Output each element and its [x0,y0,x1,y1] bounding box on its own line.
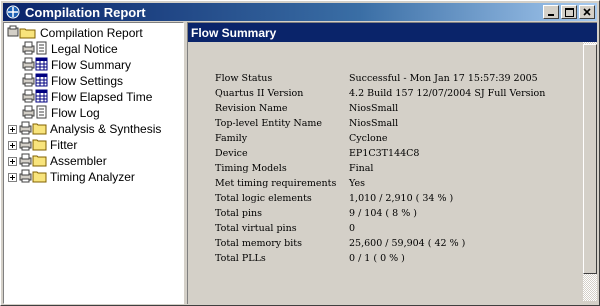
summary-value: 0 / 1 ( 0 % ) [349,253,405,264]
tree-item-flow-settings[interactable]: Flow Settings [22,73,123,89]
quartus-app-icon[interactable] [5,4,21,20]
summary-value: Yes [349,178,365,189]
summary-value: Final [349,163,374,174]
summary-row: Family Cyclone [215,133,585,148]
tree-item-label: Compilation Report [40,26,143,40]
summary-value: 0 [349,223,356,234]
summary-value: Successful - Mon Jan 17 15:57:39 2005 [349,73,538,84]
report-tree[interactable]: Compilation Report Legal Notice Flow Sum… [3,22,184,304]
summary-label: Family [215,133,248,144]
summary-row: Met timing requirements Yes [215,178,585,193]
summary-row: Device EP1C3T144C8 [215,148,585,163]
summary-value: EP1C3T144C8 [349,148,420,159]
tree-item-label: Analysis & Synthesis [50,122,162,136]
summary-table: Flow Status Successful - Mon Jan 17 15:5… [188,42,583,301]
close-icon [583,8,591,16]
summary-label: Top-level Entity Name [215,118,323,129]
tree-item-label: Flow Log [51,106,100,120]
report-folder-icon [7,25,37,42]
tree-item-label: Assembler [50,154,107,168]
printer-table-icon [22,89,48,106]
printer-folder-icon [19,153,47,170]
summary-label: Device [215,148,248,159]
printer-folder-icon [19,121,47,138]
summary-label: Total logic elements [215,193,312,204]
printer-table-icon [22,73,48,90]
summary-value: NiosSmall [349,103,399,114]
minimize-icon [548,14,554,16]
summary-label: Total memory bits [215,238,302,249]
plus-icon [10,126,15,132]
printer-table-icon [22,57,48,74]
summary-value: 1,010 / 2,910 ( 34 % ) [349,193,454,204]
summary-row: Total PLLs 0 / 1 ( 0 % ) [215,253,585,268]
tree-item-fitter[interactable]: Fitter [8,137,77,153]
tree-item-flow-log[interactable]: Flow Log [22,105,100,121]
plus-icon [10,142,15,148]
printer-document-icon [22,105,48,122]
tree-item-label: Flow Settings [51,74,124,88]
content-header: Flow Summary [188,23,597,42]
summary-row: Quartus II Version 4.2 Build 157 12/07/2… [215,88,585,103]
expand-toggle[interactable] [8,172,17,182]
tree-item-flow-elapsed-time[interactable]: Flow Elapsed Time [22,89,152,105]
summary-label: Quartus II Version [215,88,304,99]
summary-row: Revision Name NiosSmall [215,103,585,118]
expand-toggle[interactable] [8,156,17,166]
summary-row: Total memory bits 25,600 / 59,904 ( 42 %… [215,238,585,253]
vertical-scrollbar[interactable] [583,42,597,301]
summary-row: Timing Models Final [215,163,585,178]
tree-item-label: Fitter [50,138,78,152]
maximize-button[interactable] [561,5,577,19]
summary-row: Total logic elements 1,010 / 2,910 ( 34 … [215,193,585,208]
flow-summary-pane: Flow Summary Flow Status Successful - Mo… [187,22,597,304]
summary-row: Total virtual pins 0 [215,223,585,238]
tree-item-label: Timing Analyzer [50,170,135,184]
summary-label: Met timing requirements [215,178,337,189]
maximize-icon [564,7,574,17]
summary-value: Cyclone [349,133,388,144]
summary-row: Total pins 9 / 104 ( 8 % ) [215,208,585,223]
printer-document-icon [22,41,48,58]
tree-item-timing-analyzer[interactable]: Timing Analyzer [8,169,135,185]
tree-item-assembler[interactable]: Assembler [8,153,107,169]
tree-item-compilation-report[interactable]: Compilation Report [7,25,143,41]
summary-value: 25,600 / 59,904 ( 42 % ) [349,238,466,249]
plus-icon [10,158,15,164]
expand-toggle[interactable] [8,124,17,134]
tree-item-legal-notice[interactable]: Legal Notice [22,41,118,57]
content-title: Flow Summary [191,25,277,40]
summary-label: Timing Models [215,163,287,174]
summary-label: Total pins [215,208,262,219]
printer-folder-icon [19,137,47,154]
tree-item-label: Flow Summary [51,58,132,72]
printer-folder-icon [19,169,47,186]
tree-item-label: Legal Notice [51,42,118,56]
minimize-button[interactable] [543,5,559,19]
tree-item-analysis-synthesis[interactable]: Analysis & Synthesis [8,121,161,137]
plus-icon [10,174,15,180]
summary-value: 4.2 Build 157 12/07/2004 SJ Full Version [349,88,546,99]
summary-row: Flow Status Successful - Mon Jan 17 15:5… [215,73,585,88]
summary-label: Revision Name [215,103,288,114]
expand-toggle[interactable] [8,140,17,150]
compilation-report-window: Compilation Report Compilation Report Le… [0,0,600,306]
summary-label: Flow Status [215,73,273,84]
tree-item-flow-summary[interactable]: Flow Summary [22,57,131,73]
scroll-thumb[interactable] [583,44,597,274]
tree-item-label: Flow Elapsed Time [51,90,153,104]
window-controls [543,5,595,19]
summary-value: 9 / 104 ( 8 % ) [349,208,417,219]
summary-label: Total PLLs [215,253,266,264]
summary-value: NiosSmall [349,118,399,129]
summary-row: Top-level Entity Name NiosSmall [215,118,585,133]
summary-label: Total virtual pins [215,223,297,234]
close-button[interactable] [579,5,595,19]
title-bar[interactable]: Compilation Report [3,3,597,21]
window-title: Compilation Report [25,4,146,20]
